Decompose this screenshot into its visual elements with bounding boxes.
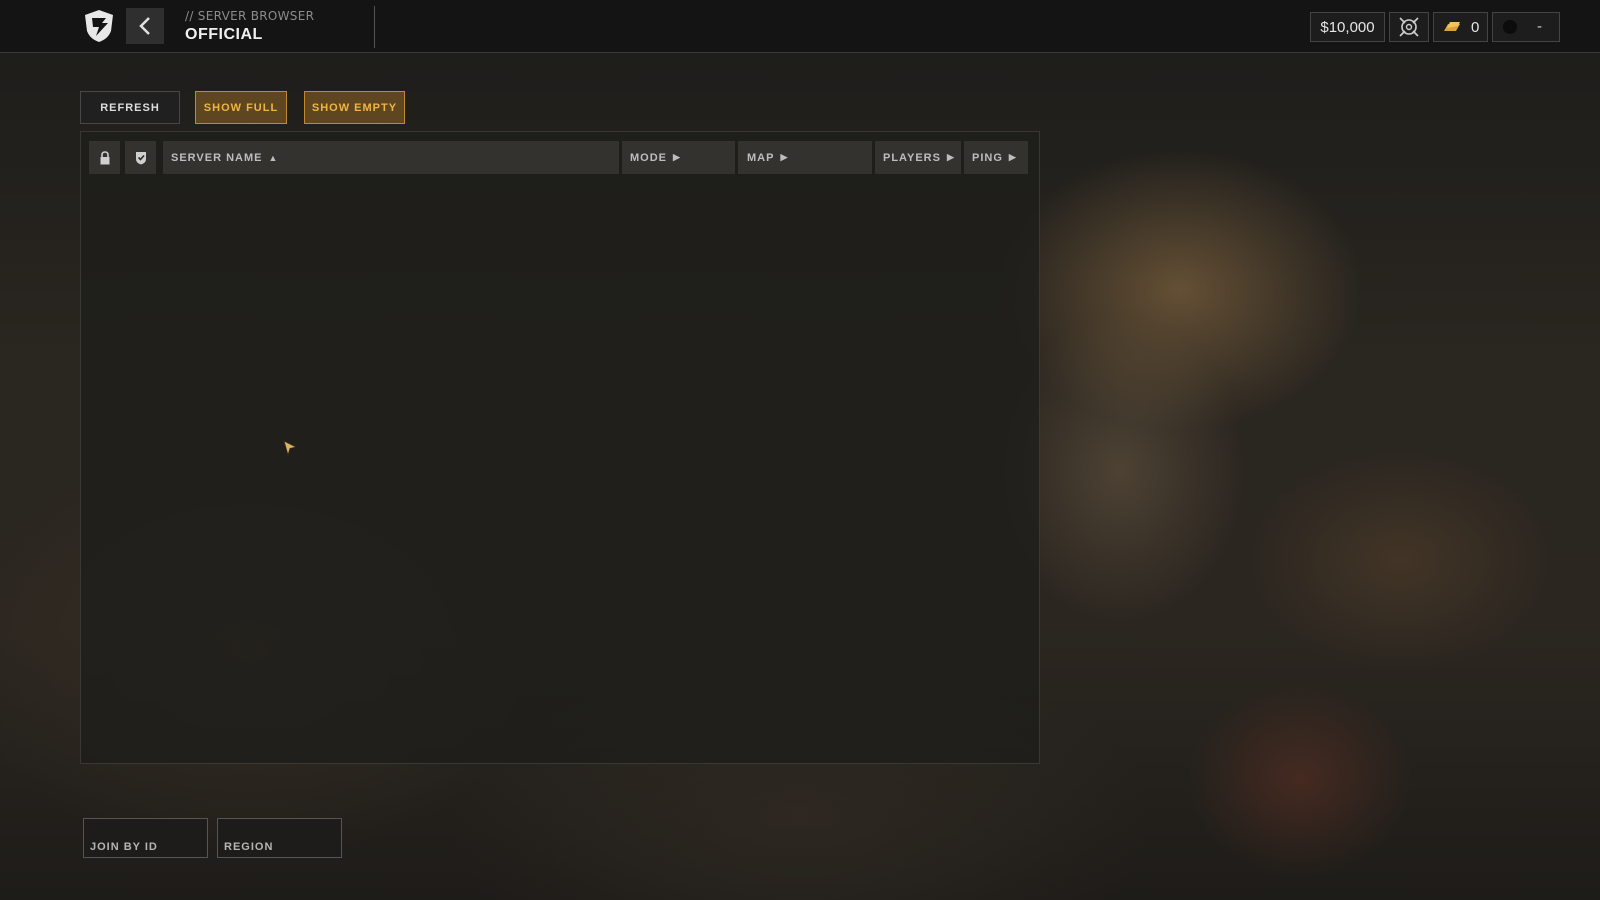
sort-arrow-icon: ▶ <box>780 152 789 162</box>
gold-bar-icon <box>1444 22 1460 31</box>
target-button[interactable] <box>1389 12 1429 42</box>
join-by-id-label: JOIN BY ID <box>90 841 158 853</box>
show-empty-toggle[interactable]: SHOW EMPTY <box>304 91 405 124</box>
top-bar: // SERVER BROWSER OFFICIAL $10,000 0 - <box>0 0 1600 53</box>
money-value: $10,000 <box>1320 18 1375 36</box>
crosshair-target-icon <box>1399 17 1419 37</box>
sort-asc-icon: ▲ <box>268 152 279 163</box>
column-label: SERVER NAME <box>171 151 263 164</box>
column-header-locked[interactable] <box>89 141 120 174</box>
sort-arrow-icon: ▶ <box>673 152 681 162</box>
show-full-toggle[interactable]: SHOW FULL <box>195 91 287 124</box>
gold-display[interactable]: 0 <box>1433 12 1488 42</box>
column-label: PING <box>972 151 1003 164</box>
title-divider <box>374 6 375 48</box>
chevron-left-icon <box>139 17 150 35</box>
back-button[interactable] <box>126 8 164 44</box>
column-header-ping[interactable]: PING ▶ <box>964 141 1028 174</box>
column-header-server-name[interactable]: SERVER NAME ▲ <box>163 141 619 174</box>
column-header-players[interactable]: PLAYERS ▶ <box>875 141 961 174</box>
profile-value: - <box>1537 19 1543 35</box>
mouse-cursor-icon <box>283 440 297 456</box>
breadcrumb: // SERVER BROWSER <box>185 9 315 23</box>
lock-icon <box>100 150 109 164</box>
refresh-button[interactable]: REFRESH <box>80 91 180 124</box>
avatar <box>1503 20 1517 34</box>
column-label: PLAYERS <box>883 151 941 164</box>
region-label: REGION <box>224 841 274 853</box>
gold-count: 0 <box>1471 18 1480 36</box>
profile-display[interactable]: - <box>1492 12 1560 42</box>
game-logo-icon <box>85 10 113 42</box>
sort-arrow-icon: ▶ <box>1008 152 1017 162</box>
join-by-id-button[interactable]: JOIN BY ID <box>83 818 208 858</box>
server-list-panel: SERVER NAME ▲ MODE ▶ MAP ▶ PLAYERS ▶ PIN… <box>80 131 1040 764</box>
money-display: $10,000 <box>1310 12 1385 42</box>
column-label: MODE <box>630 151 667 164</box>
shield-check-icon <box>135 151 146 164</box>
column-header-map[interactable]: MAP ▶ <box>738 141 872 174</box>
region-select[interactable]: REGION <box>217 818 342 858</box>
sort-arrow-icon: ▶ <box>946 152 955 162</box>
column-label: MAP <box>747 151 775 164</box>
column-header-mode[interactable]: MODE ▶ <box>622 141 735 174</box>
page-title: OFFICIAL <box>185 26 263 43</box>
column-header-verified[interactable] <box>125 141 156 174</box>
